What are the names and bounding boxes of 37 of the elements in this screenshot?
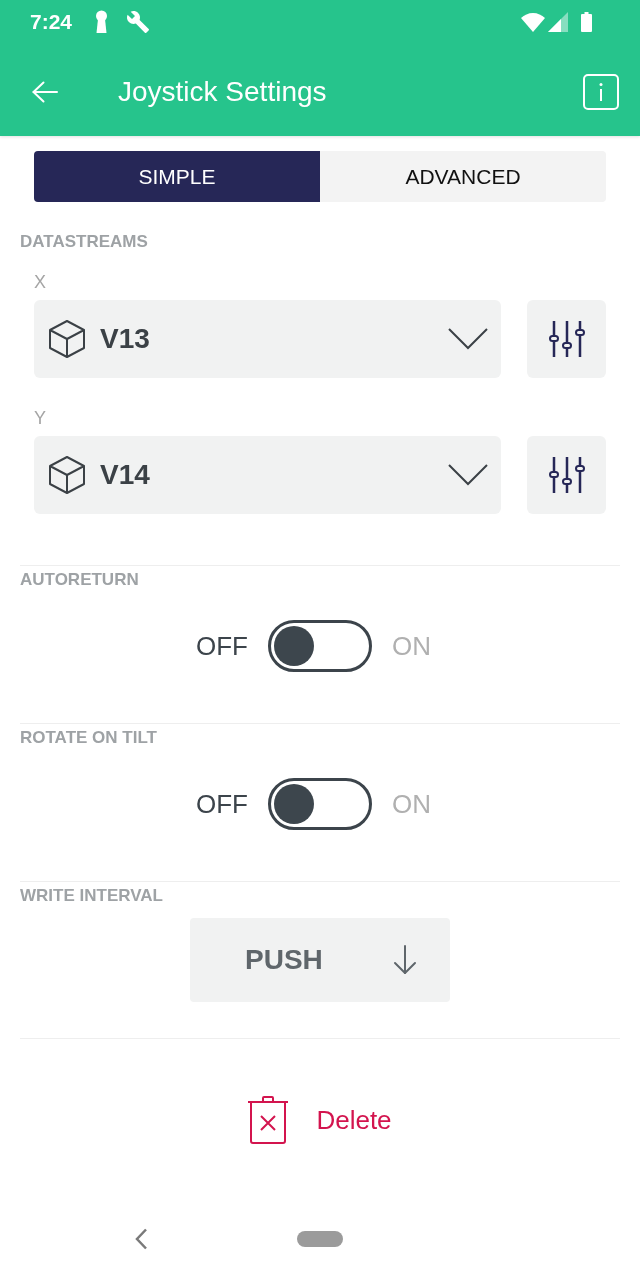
datastream-dropdown[interactable]: V14 (34, 436, 501, 514)
on-label: ON (392, 630, 431, 662)
write-interval-dropdown[interactable]: PUSH (190, 918, 450, 1002)
cube-icon (48, 319, 86, 359)
cube-icon (48, 455, 86, 495)
mode-tab[interactable]: SIMPLE (34, 151, 320, 202)
wifi-icon (521, 12, 545, 32)
sliders-icon (548, 320, 585, 358)
off-label: OFF (196, 788, 248, 820)
trash-icon (248, 1096, 289, 1144)
settings-button[interactable] (527, 436, 606, 514)
chevron-down-icon (448, 464, 488, 486)
keyhole-icon (94, 10, 110, 34)
home-handle[interactable] (297, 1231, 343, 1247)
section-label: ROTATE ON TILT (20, 728, 157, 748)
chevron-down-icon (448, 328, 488, 350)
toggle-switch[interactable] (268, 778, 372, 830)
mode-tab[interactable]: ADVANCED (320, 151, 606, 202)
screen-title: Joystick Settings (118, 76, 328, 108)
datastream-dropdown[interactable]: V13 (34, 300, 501, 378)
status-time: 7:24 (30, 10, 73, 34)
nav-back-icon[interactable] (135, 1228, 148, 1250)
section-label: DATASTREAMS (20, 232, 148, 252)
down-arrow-icon (392, 945, 417, 975)
section-label: WRITE INTERVAL (20, 886, 163, 906)
wrench-icon (126, 10, 151, 34)
on-label: ON (392, 788, 431, 820)
signal-icon (548, 12, 568, 32)
settings-button[interactable] (527, 300, 606, 378)
battery-icon (581, 12, 592, 32)
delete-button[interactable]: Delete (248, 1096, 392, 1144)
toggle-switch[interactable] (268, 620, 372, 672)
sliders-icon (548, 456, 585, 494)
section-label: AUTORETURN (20, 570, 139, 590)
off-label: OFF (196, 630, 248, 662)
axis-label: X (34, 272, 46, 292)
axis-label: Y (34, 408, 46, 428)
